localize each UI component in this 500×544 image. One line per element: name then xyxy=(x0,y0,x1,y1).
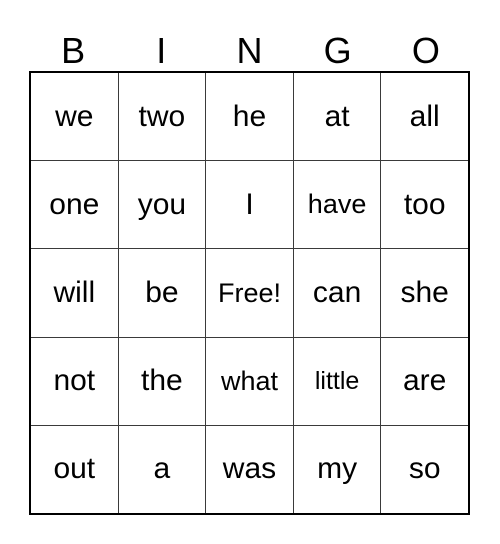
bingo-cell-label: I xyxy=(245,187,254,221)
bingo-cell[interactable]: can xyxy=(292,249,381,337)
bingo-grid: we two he at all one you I have too will… xyxy=(29,71,470,515)
bingo-cell-label: can xyxy=(312,276,362,309)
bingo-cell-label: we xyxy=(55,99,94,133)
bingo-cell-label: are xyxy=(402,364,447,398)
bingo-cell-label: will xyxy=(53,276,96,309)
bingo-cell[interactable]: I xyxy=(205,161,293,249)
bingo-cell[interactable]: was xyxy=(205,425,293,514)
bingo-cell-label: all xyxy=(409,99,440,133)
bingo-cell-label: you xyxy=(137,187,187,221)
bingo-cell[interactable]: we xyxy=(31,73,118,161)
bingo-cell[interactable]: at xyxy=(292,73,381,161)
bingo-cell-label: a xyxy=(153,452,171,486)
bingo-cell[interactable]: are xyxy=(380,337,468,425)
bingo-cell[interactable]: the xyxy=(117,337,206,425)
bingo-card: B I N G O we two he at all one you I hav… xyxy=(0,0,500,544)
header-letter-g: G xyxy=(323,30,352,71)
bingo-cell[interactable]: have xyxy=(292,161,381,249)
bingo-cell[interactable]: she xyxy=(380,249,468,337)
bingo-cell-free[interactable]: Free! xyxy=(205,249,293,337)
bingo-cell-label: too xyxy=(403,187,446,221)
bingo-cell[interactable]: will xyxy=(31,249,118,337)
bingo-cell-label: the xyxy=(141,364,183,398)
bingo-cell[interactable]: be xyxy=(117,249,206,337)
bingo-cell-label: be xyxy=(145,276,179,309)
header-letter-n: N xyxy=(236,30,263,71)
bingo-cell-label: little xyxy=(314,366,360,395)
bingo-header-row: B I N G O xyxy=(29,18,470,71)
bingo-cell-label: she xyxy=(400,276,449,309)
bingo-cell-label: not xyxy=(53,364,96,398)
bingo-cell[interactable]: too xyxy=(380,161,468,249)
bingo-cell[interactable]: two xyxy=(117,73,206,161)
bingo-cell-label: Free! xyxy=(217,277,281,308)
bingo-cell-label: two xyxy=(138,99,186,133)
bingo-cell-label: he xyxy=(232,99,267,133)
bingo-cell[interactable]: so xyxy=(380,425,468,514)
bingo-row: not the what little are xyxy=(31,336,468,425)
bingo-cell[interactable]: not xyxy=(31,337,118,425)
bingo-cell-label: at xyxy=(324,99,350,133)
bingo-cell-label: have xyxy=(307,189,367,220)
bingo-cell-label: was xyxy=(222,452,277,486)
bingo-cell-label: my xyxy=(317,452,358,486)
bingo-cell[interactable]: out xyxy=(31,425,118,514)
bingo-cell-label: so xyxy=(408,452,441,486)
bingo-row: one you I have too xyxy=(31,160,468,249)
bingo-cell[interactable]: a xyxy=(117,425,206,514)
header-letter-b: B xyxy=(61,30,86,71)
bingo-cell-label: what xyxy=(220,365,278,396)
bingo-row: we two he at all xyxy=(31,73,468,161)
header-letter-o: O xyxy=(411,30,440,71)
header-letter-i: I xyxy=(156,30,167,71)
bingo-cell-label: one xyxy=(49,187,100,221)
bingo-cell[interactable]: what xyxy=(205,337,293,425)
bingo-cell[interactable]: all xyxy=(380,73,468,161)
bingo-cell-label: out xyxy=(53,452,96,486)
bingo-cell[interactable]: little xyxy=(292,337,381,425)
bingo-cell[interactable]: one xyxy=(31,161,118,249)
bingo-cell[interactable]: you xyxy=(117,161,206,249)
bingo-cell[interactable]: my xyxy=(292,425,381,514)
bingo-cell[interactable]: he xyxy=(205,73,293,161)
bingo-row: will be Free! can she xyxy=(31,248,468,337)
bingo-row: out a was my so xyxy=(31,424,468,514)
